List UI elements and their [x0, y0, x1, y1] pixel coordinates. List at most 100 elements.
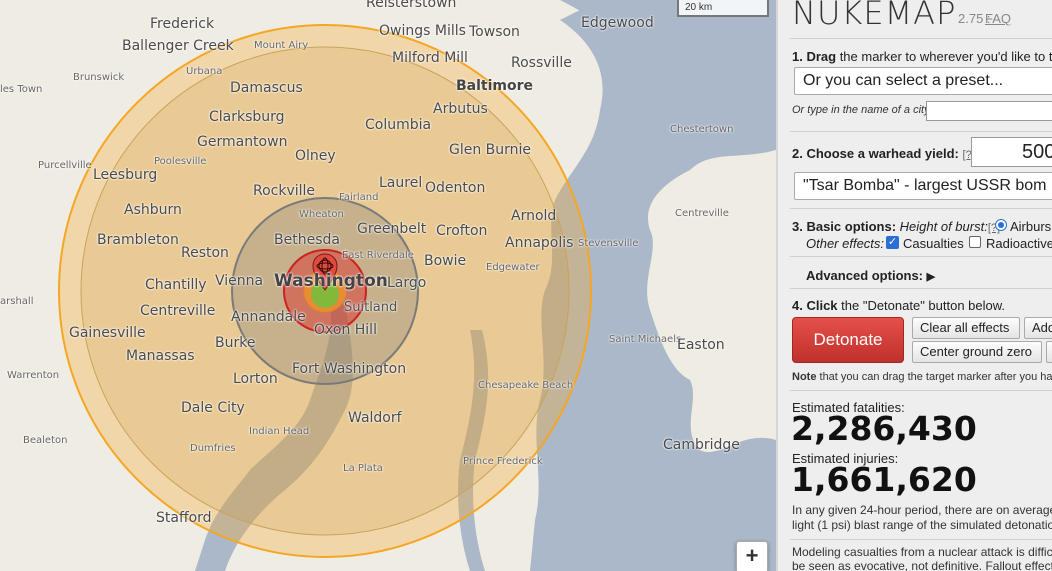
yield-preset-select[interactable]: "Tsar Bomba" - largest USSR bom — [794, 172, 1052, 200]
app-title: NUKEMAP — [792, 0, 957, 32]
zoom-in-button[interactable]: + — [736, 541, 768, 571]
place-waldorf: Waldorf — [348, 410, 402, 426]
place-columbia: Columbia — [365, 117, 432, 133]
step1-instruction: 1. Drag the marker to wherever you'd lik… — [792, 49, 1052, 64]
place-saint-michaels: Saint Michaels — [609, 334, 682, 345]
place-bowie: Bowie — [424, 253, 467, 269]
divider — [790, 208, 1052, 209]
place-manassas: Manassas — [126, 348, 195, 364]
place-dale-city: Dale City — [181, 400, 245, 416]
casualties-label: Casualties — [903, 236, 964, 251]
preset-select[interactable]: Or you can select a preset... — [794, 67, 1052, 95]
center-ground-zero-button[interactable]: Center ground zero — [912, 341, 1042, 363]
city-label: Or type in the name of a city: — [792, 104, 933, 116]
map-view[interactable]: Frederick Ballenger Creek Mount Airy Rei… — [0, 0, 776, 571]
step3-instruction: 3. Basic options: Height of burst:[?] — [792, 219, 1001, 234]
place-vienna: Vienna — [215, 273, 264, 289]
advanced-options-toggle[interactable]: Advanced options: ▶ — [806, 268, 935, 283]
place-arnold: Arnold — [511, 208, 557, 224]
yield-input[interactable]: 500 — [971, 137, 1052, 167]
context-text-line2: light (1 psi) blast range of the simulat… — [792, 518, 1052, 532]
place-purcellville: Purcellville — [38, 160, 92, 171]
place-prince-frederick: Prince Frederick — [463, 456, 543, 467]
place-indian-head: Indian Head — [249, 426, 310, 437]
divider — [790, 256, 1052, 257]
drag-note: Note that you can drag the target marker… — [792, 371, 1052, 383]
divider — [790, 539, 1052, 540]
place-suitland: Suitland — [344, 300, 398, 315]
place-bealeton: Bealeton — [23, 435, 68, 446]
fatalities-value: 2,286,430 — [791, 409, 977, 448]
place-la-plata: La Plata — [343, 463, 383, 474]
place-largo: Largo — [387, 275, 427, 291]
step2-instruction: 2. Choose a warhead yield: [?] — [792, 146, 975, 161]
divider — [790, 288, 1052, 289]
place-easton: Easton — [677, 337, 725, 353]
place-edgewater: Edgewater — [486, 262, 540, 273]
place-east-riverdale: East Riverdale — [342, 250, 414, 261]
place-towson: Towson — [469, 24, 520, 40]
faq-link[interactable]: FAQ — [985, 11, 1011, 26]
place-reisterstown: Reisterstown — [366, 0, 457, 11]
place-lorton: Lorton — [233, 371, 278, 387]
place-olney: Olney — [295, 148, 336, 164]
place-stevensville: Stevensville — [578, 238, 639, 249]
place-leesburg: Leesburg — [93, 167, 158, 183]
place-mount-airy: Mount Airy — [254, 40, 309, 51]
place-annapolis: Annapolis — [505, 235, 574, 251]
place-centreville-md: Centreville — [675, 208, 729, 219]
place-poolesville: Poolesville — [154, 156, 207, 167]
place-centreville-va: Centreville — [140, 303, 216, 319]
context-text-line1: In any given 24-hour period, there are o… — [792, 503, 1052, 517]
place-cambridge: Cambridge — [663, 437, 740, 453]
place-stafford: Stafford — [156, 510, 212, 526]
place-ballenger-creek: Ballenger Creek — [122, 38, 234, 54]
place-les-town: les Town — [0, 84, 43, 95]
place-laurel: Laurel — [379, 175, 423, 191]
place-bethesda: Bethesda — [274, 232, 340, 248]
place-fairland: Fairland — [339, 192, 379, 203]
add-button[interactable]: Add — [1024, 317, 1052, 339]
place-warrenton: Warrenton — [7, 370, 60, 381]
place-arbutus: Arbutus — [433, 101, 488, 117]
place-greenbelt: Greenbelt — [357, 221, 427, 237]
injuries-value: 1,661,620 — [791, 460, 977, 499]
place-gainesville: Gainesville — [69, 325, 146, 341]
place-washington: Washington — [274, 271, 388, 291]
extra-button[interactable] — [1046, 341, 1052, 363]
radioactive-checkbox[interactable] — [969, 236, 981, 248]
place-wheaton: Wheaton — [299, 209, 344, 220]
casualties-checkbox[interactable]: ✓ — [886, 236, 899, 249]
place-frederick: Frederick — [150, 16, 215, 32]
place-crofton: Crofton — [436, 223, 488, 239]
place-clarksburg: Clarksburg — [209, 109, 285, 125]
modeling-text-line1: Modeling casualties from a nuclear attac… — [792, 545, 1052, 559]
clear-effects-button[interactable]: Clear all effects — [912, 317, 1020, 339]
place-chantilly: Chantilly — [145, 277, 207, 293]
place-reston: Reston — [181, 245, 229, 261]
place-milford-mill: Milford Mill — [392, 50, 468, 66]
place-baltimore: Baltimore — [456, 78, 534, 94]
place-urbana: Urbana — [186, 66, 223, 77]
place-glen-burnie: Glen Burnie — [449, 142, 532, 158]
airburst-label: Airburs — [1010, 219, 1052, 234]
place-brunswick: Brunswick — [73, 72, 125, 83]
modeling-text-line2: be seen as evocative, not definitive. Fa… — [792, 559, 1052, 571]
place-chesapeake-beach: Chesapeake Beach — [478, 380, 574, 391]
control-panel: NUKEMAP 2.75 : FAQ 1. Drag the marker to… — [776, 0, 1052, 571]
place-annandale: Annandale — [231, 309, 306, 325]
city-input[interactable] — [926, 101, 1052, 121]
radioactive-label: Radioactive — [986, 236, 1052, 251]
place-edgewood: Edgewood — [581, 15, 654, 31]
place-brambleton: Brambleton — [97, 232, 179, 248]
detonate-button[interactable]: Detonate — [792, 317, 904, 363]
place-chestertown: Chestertown — [670, 124, 734, 135]
map-scale: 20 km — [677, 0, 769, 17]
place-owings-mills: Owings Mills — [379, 23, 466, 39]
place-rossville: Rossville — [511, 55, 572, 71]
airburst-radio[interactable] — [995, 219, 1007, 231]
place-oxon-hill: Oxon Hill — [314, 322, 377, 338]
expand-arrow-icon: ▶ — [926, 271, 936, 283]
place-dumfries: Dumfries — [190, 443, 236, 454]
place-rockville: Rockville — [253, 183, 316, 199]
